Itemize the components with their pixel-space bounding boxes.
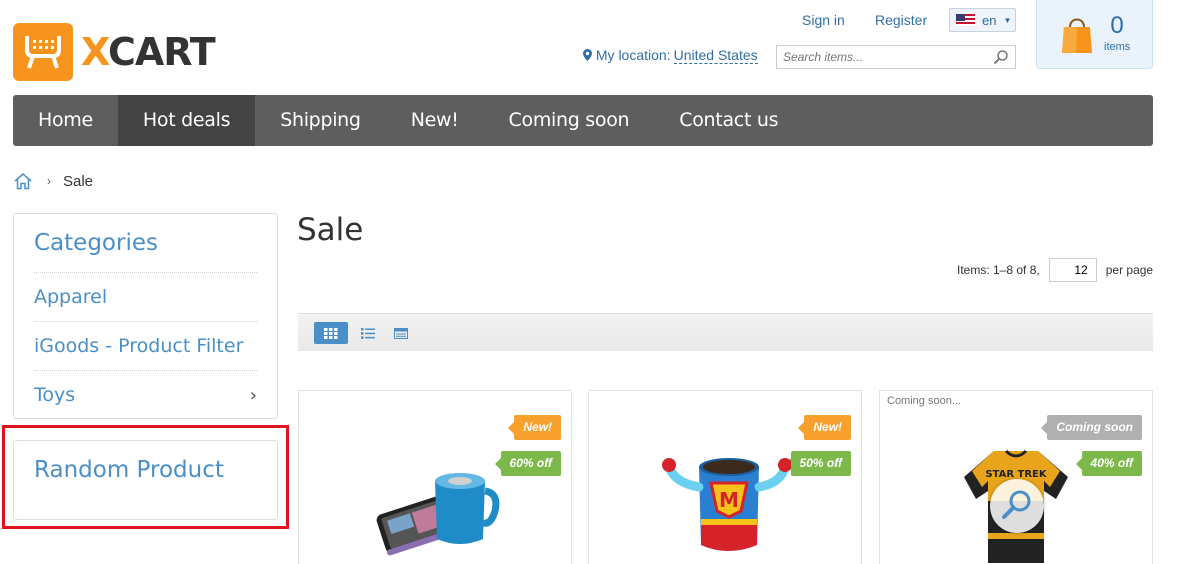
product-card[interactable]: Coming soon... Coming soon 40% off STAR … bbox=[879, 390, 1153, 564]
nav-shipping[interactable]: Shipping bbox=[255, 95, 385, 146]
categories-title: Categories bbox=[34, 214, 257, 273]
view-mode-bar bbox=[298, 313, 1153, 351]
main-navigation: Home Hot deals Shipping New! Coming soon… bbox=[13, 95, 1153, 146]
coming-soon-badge: Coming soon bbox=[1041, 415, 1142, 440]
product-card[interactable]: New! 60% off bbox=[298, 390, 572, 564]
nav-home[interactable]: Home bbox=[13, 95, 118, 146]
location-label: My location: bbox=[595, 47, 671, 63]
mini-cart[interactable]: 0 items bbox=[1036, 0, 1153, 69]
logo-text: XCART bbox=[81, 30, 216, 74]
discount-badge: 40% off bbox=[1075, 451, 1142, 476]
breadcrumb: › Sale bbox=[13, 172, 93, 190]
highlight-frame bbox=[2, 425, 289, 529]
nav-coming-soon[interactable]: Coming soon bbox=[484, 95, 655, 146]
sign-in-link[interactable]: Sign in bbox=[802, 12, 845, 28]
grid-view-icon[interactable] bbox=[314, 322, 348, 344]
categories-block: Categories Apparel iGoods - Product Filt… bbox=[13, 213, 278, 419]
us-flag-icon bbox=[956, 14, 975, 26]
map-pin-icon bbox=[583, 49, 592, 61]
language-selector[interactable]: en ▼ bbox=[949, 8, 1016, 32]
chevron-right-icon[interactable]: › bbox=[250, 371, 257, 420]
svg-text:M: M bbox=[719, 488, 739, 512]
coming-soon-note: Coming soon... bbox=[887, 395, 961, 407]
category-toys[interactable]: Toys › bbox=[34, 371, 257, 420]
page-title: Sale bbox=[297, 212, 364, 248]
shopping-bag-icon bbox=[1062, 18, 1092, 53]
discount-badge: 50% off bbox=[784, 451, 851, 476]
pagination-info: Items: 1–8 of 8, per page bbox=[957, 258, 1153, 282]
category-igoods[interactable]: iGoods - Product Filter bbox=[34, 322, 257, 371]
category-toys-label: Toys bbox=[34, 384, 76, 406]
cart-logo-icon bbox=[13, 23, 73, 81]
breadcrumb-current: Sale bbox=[63, 172, 94, 190]
nav-new[interactable]: New! bbox=[386, 95, 484, 146]
list-view-icon[interactable] bbox=[358, 322, 378, 344]
register-link[interactable]: Register bbox=[875, 12, 927, 28]
home-icon[interactable] bbox=[13, 172, 33, 190]
nav-hot-deals[interactable]: Hot deals bbox=[117, 95, 256, 146]
logo[interactable]: XCART bbox=[13, 23, 216, 81]
search-icon[interactable] bbox=[993, 49, 1009, 65]
chevron-down-icon: ▼ bbox=[1003, 15, 1012, 25]
category-list: Apparel iGoods - Product Filter Toys › bbox=[34, 273, 257, 420]
cart-count: 0 bbox=[1110, 12, 1124, 39]
product-image-superhero-mug: M bbox=[662, 458, 791, 551]
table-view-icon[interactable] bbox=[391, 322, 411, 344]
discount-badge: 60% off bbox=[494, 451, 561, 476]
category-apparel[interactable]: Apparel bbox=[34, 273, 257, 322]
per-page-input[interactable] bbox=[1048, 258, 1097, 282]
new-badge: New! bbox=[798, 415, 851, 440]
nav-contact-us[interactable]: Contact us bbox=[654, 95, 803, 146]
product-image-speaker-phone bbox=[376, 473, 500, 556]
search-input[interactable] bbox=[776, 45, 1016, 69]
location: My location: United States bbox=[583, 47, 758, 64]
cart-items-label: items bbox=[1104, 41, 1131, 53]
language-code: en bbox=[982, 12, 997, 28]
product-card[interactable]: New! 50% off M bbox=[588, 390, 862, 564]
location-country-link[interactable]: United States bbox=[673, 47, 758, 64]
per-page-label: per page bbox=[1105, 263, 1154, 277]
new-badge: New! bbox=[508, 415, 561, 440]
breadcrumb-separator: › bbox=[47, 174, 51, 188]
items-count: Items: 1–8 of 8, bbox=[957, 263, 1040, 277]
quick-look-icon[interactable] bbox=[990, 479, 1044, 533]
